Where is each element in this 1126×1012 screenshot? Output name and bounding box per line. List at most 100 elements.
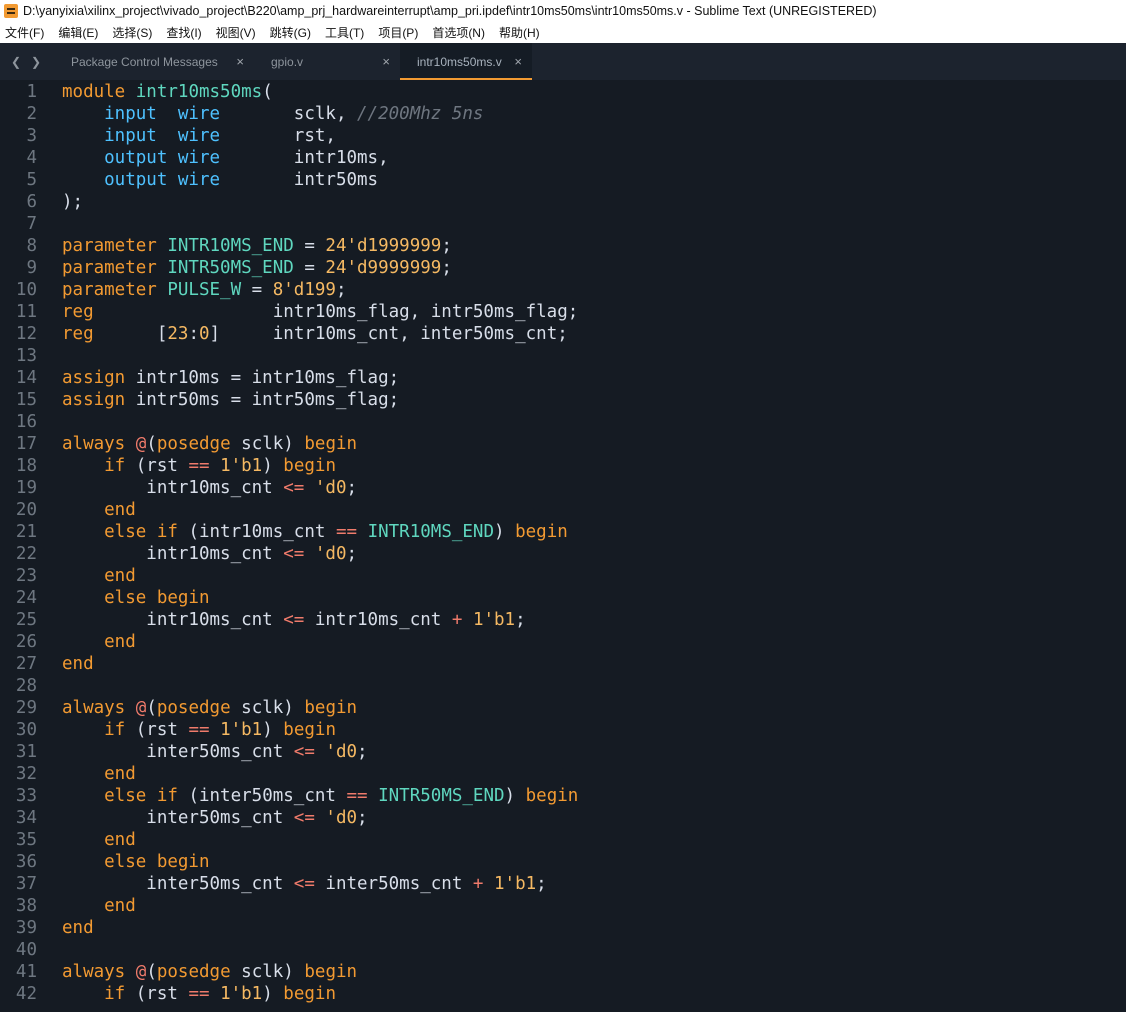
code-line[interactable]: 18 if (rst == 1'b1) begin xyxy=(0,455,1126,477)
menu-edit[interactable]: 编辑(E) xyxy=(58,24,98,41)
code-token: posedge xyxy=(156,962,231,982)
close-icon[interactable]: × xyxy=(382,54,390,69)
code-token: ) xyxy=(494,522,516,542)
code-line[interactable]: 21 else if (intr10ms_cnt == INTR10MS_END… xyxy=(0,521,1126,543)
code-line[interactable]: 11 reg intr10ms_flag, intr50ms_flag; xyxy=(0,301,1126,323)
line-code: always @(posedge sclk) begin xyxy=(37,961,357,983)
close-icon[interactable]: × xyxy=(514,54,522,69)
code-line[interactable]: 23 end xyxy=(0,565,1126,587)
line-number: 3 xyxy=(26,126,37,146)
code-line[interactable]: 8 parameter INTR10MS_END = 24'd1999999; xyxy=(0,235,1126,257)
code-token: end xyxy=(62,896,136,916)
menu-project[interactable]: 项目(P) xyxy=(378,24,418,41)
code-line[interactable]: 12 reg [23:0] intr10ms_cnt, inter50ms_cnt… xyxy=(0,323,1126,345)
code-line[interactable]: 20 end xyxy=(0,499,1126,521)
code-line[interactable]: 15 assign intr50ms = intr50ms_flag; xyxy=(0,389,1126,411)
code-line[interactable]: 13 xyxy=(0,345,1126,367)
code-line[interactable]: 27 end xyxy=(0,653,1126,675)
code-token: begin xyxy=(304,698,358,718)
code-line[interactable]: 30 if (rst == 1'b1) begin xyxy=(0,719,1126,741)
code-token: begin xyxy=(304,962,358,982)
menu-tools[interactable]: 工具(T) xyxy=(325,24,364,41)
code-token: + xyxy=(451,610,463,630)
code-line[interactable]: 3 input wire rst, xyxy=(0,125,1126,147)
line-code: output wire intr50ms xyxy=(37,169,378,191)
code-token: <= xyxy=(283,478,305,498)
code-line[interactable]: 22 intr10ms_cnt <= 'd0; xyxy=(0,543,1126,565)
line-number: 28 xyxy=(15,676,37,696)
code-line[interactable]: 32 end xyxy=(0,763,1126,785)
line-number: 13 xyxy=(15,346,37,366)
menu-find[interactable]: 查找(I) xyxy=(166,24,201,41)
tab-gpio[interactable]: gpio.v × xyxy=(254,43,400,80)
code-line[interactable]: 28 xyxy=(0,675,1126,697)
code-token: ; xyxy=(335,280,347,300)
tab-package-control-messages[interactable]: Package Control Messages × xyxy=(54,43,254,80)
code-line[interactable]: 29 always @(posedge sclk) begin xyxy=(0,697,1126,719)
code-line[interactable]: 42 if (rst == 1'b1) begin xyxy=(0,983,1126,1005)
close-icon[interactable]: × xyxy=(236,54,244,69)
line-code: reg [23:0] intr10ms_cnt, inter50ms_cnt; xyxy=(37,323,568,345)
code-line[interactable]: 10 parameter PULSE_W = 8'd199; xyxy=(0,279,1126,301)
code-line[interactable]: 33 else if (inter50ms_cnt == INTR50MS_EN… xyxy=(0,785,1126,807)
code-line[interactable]: 36 else begin xyxy=(0,851,1126,873)
code-token: (rst xyxy=(125,984,189,1004)
code-token: @ xyxy=(135,434,147,454)
code-line[interactable]: 35 end xyxy=(0,829,1126,851)
code-line[interactable]: 26 end xyxy=(0,631,1126,653)
code-line[interactable]: 7 xyxy=(0,213,1126,235)
line-number: 8 xyxy=(26,236,37,256)
code-line[interactable]: 38 end xyxy=(0,895,1126,917)
chevron-right-icon[interactable]: ❯ xyxy=(26,43,46,80)
code-line[interactable]: 4 output wire intr10ms, xyxy=(0,147,1126,169)
code-line[interactable]: 9 parameter INTR50MS_END = 24'd9999999; xyxy=(0,257,1126,279)
menu-selection[interactable]: 选择(S) xyxy=(112,24,152,41)
code-line[interactable]: 25 intr10ms_cnt <= intr10ms_cnt + 1'b1; xyxy=(0,609,1126,631)
menu-view[interactable]: 视图(V) xyxy=(216,24,256,41)
code-token: inter50ms_cnt xyxy=(62,874,294,894)
line-number: 40 xyxy=(15,940,37,960)
code-line[interactable]: 40 xyxy=(0,939,1126,961)
code-token: 'd0 xyxy=(325,808,358,828)
code-token: reg xyxy=(62,302,94,322)
code-token: if xyxy=(62,984,126,1004)
code-token: //200Mhz 5ns xyxy=(357,104,484,124)
code-line[interactable]: 34 inter50ms_cnt <= 'd0; xyxy=(0,807,1126,829)
menu-file[interactable]: 文件(F) xyxy=(5,24,44,41)
code-token: intr10ms50ms xyxy=(135,82,263,102)
line-number: 31 xyxy=(15,742,37,762)
code-token: if xyxy=(62,720,126,740)
code-editor[interactable]: 1 module intr10ms50ms(2 input wire sclk, … xyxy=(0,80,1126,1012)
code-line[interactable]: 6); xyxy=(0,191,1126,213)
code-line[interactable]: 19 intr10ms_cnt <= 'd0; xyxy=(0,477,1126,499)
code-line[interactable]: 31 inter50ms_cnt <= 'd0; xyxy=(0,741,1126,763)
code-line[interactable]: 39 end xyxy=(0,917,1126,939)
tab-intr10ms50ms[interactable]: intr10ms50ms.v × xyxy=(400,43,532,80)
menu-goto[interactable]: 跳转(G) xyxy=(270,24,311,41)
line-number: 17 xyxy=(15,434,37,454)
line-code: end xyxy=(37,565,136,587)
code-token: intr10ms_cnt xyxy=(304,610,452,630)
line-number: 14 xyxy=(15,368,37,388)
line-number: 22 xyxy=(15,544,37,564)
code-token: [ xyxy=(93,324,168,344)
chevron-left-icon[interactable]: ❮ xyxy=(6,43,26,80)
menu-preferences[interactable]: 首选项(N) xyxy=(432,24,485,41)
code-line[interactable]: 17 always @(posedge sclk) begin xyxy=(0,433,1126,455)
code-line[interactable]: 2 input wire sclk, //200Mhz 5ns xyxy=(0,103,1126,125)
code-line[interactable]: 16 xyxy=(0,411,1126,433)
tab-label: gpio.v xyxy=(271,54,304,69)
code-line[interactable]: 24 else begin xyxy=(0,587,1126,609)
code-line[interactable]: 1 module intr10ms50ms( xyxy=(0,81,1126,103)
code-line[interactable]: 14 assign intr10ms = intr10ms_flag; xyxy=(0,367,1126,389)
code-line[interactable]: 5 output wire intr50ms xyxy=(0,169,1126,191)
code-token: <= xyxy=(293,742,315,762)
menu-help[interactable]: 帮助(H) xyxy=(499,24,540,41)
code-line[interactable]: 37 inter50ms_cnt <= inter50ms_cnt + 1'b1… xyxy=(0,873,1126,895)
code-token: ) xyxy=(262,720,284,740)
code-line[interactable]: 41 always @(posedge sclk) begin xyxy=(0,961,1126,983)
